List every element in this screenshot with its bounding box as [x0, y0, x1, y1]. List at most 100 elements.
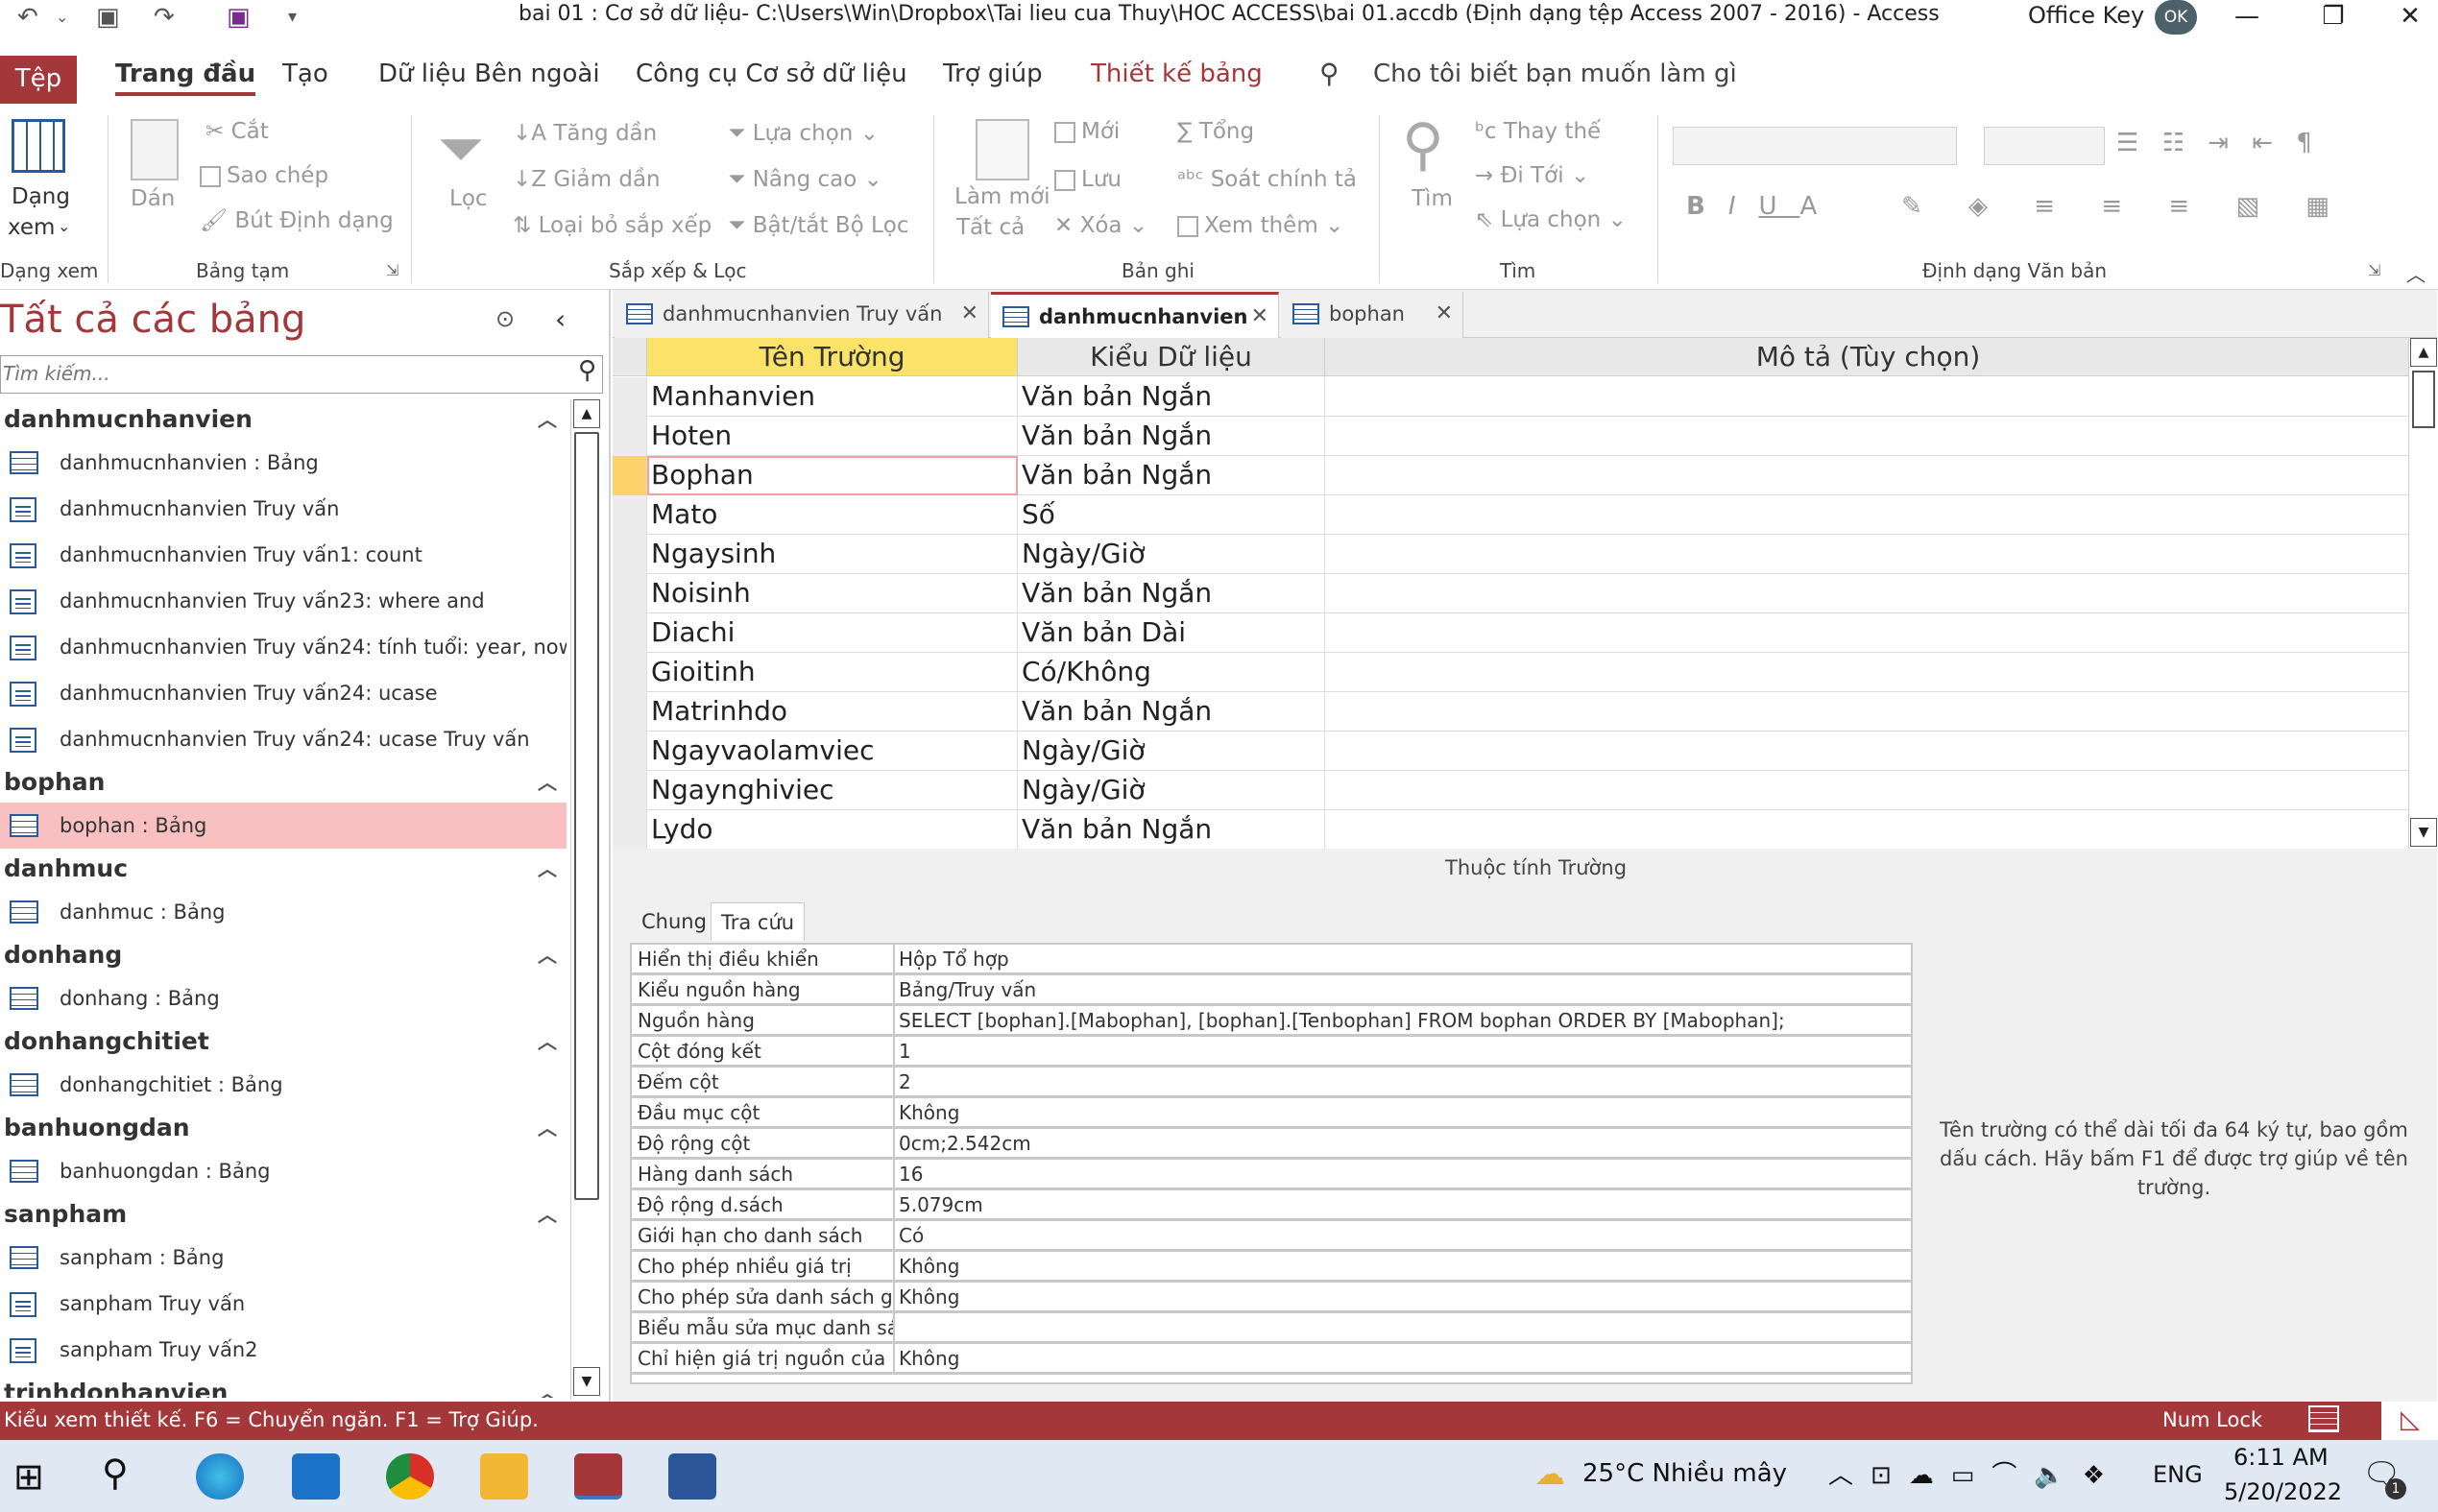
property-row[interactable]: Giới hạn cho danh sách Có [632, 1221, 1911, 1252]
nav-item[interactable]: danhmucnhanvien Truy vấn24: ucase [0, 670, 567, 716]
field-name-cell[interactable]: Ngayvaolamviec [647, 732, 1018, 771]
new-record-button[interactable]: Mới [1054, 119, 1120, 144]
weather-text[interactable]: 25°C Nhiều mây [1582, 1459, 1787, 1488]
nav-item[interactable]: donhangchitiet : Bảng [0, 1062, 567, 1108]
text-style-icons[interactable]: BIUA [1686, 192, 1840, 221]
chevron-up-icon[interactable]: ︿ [538, 762, 557, 803]
row-selector[interactable] [613, 456, 647, 495]
property-row[interactable]: Độ rộng cột 0cm;2.542cm [632, 1129, 1911, 1160]
field-row[interactable]: Mato Số [613, 495, 2412, 535]
property-row[interactable]: Độ rộng d.sách 5.079cm [632, 1190, 1911, 1221]
field-row[interactable]: Ngayvaolamviec Ngày/Giờ [613, 732, 2412, 771]
list-indent-icons[interactable]: ☰ ☷ ⇥ ⇤ ¶ [2116, 129, 2320, 157]
field-name-cell[interactable]: Noisinh [647, 574, 1018, 613]
nav-item[interactable]: danhmucnhanvien Truy vấn1: count [0, 532, 567, 578]
field-name-cell[interactable]: Hoten [647, 417, 1018, 456]
chevron-up-icon[interactable]: ︿ [538, 1108, 557, 1148]
property-value[interactable]: Hộp Tổ hợp [893, 945, 1907, 972]
row-selector[interactable] [613, 771, 647, 810]
property-value[interactable]: Không [893, 1283, 1907, 1310]
file-explorer-icon[interactable] [480, 1453, 528, 1500]
field-row[interactable]: Ngaysinh Ngày/Giờ [613, 535, 2412, 574]
property-value[interactable]: 1 [893, 1037, 1907, 1065]
property-row[interactable]: Cho phép nhiều giá trị Không [632, 1252, 1911, 1283]
nav-scrollbar[interactable]: ▲ ▼ [570, 399, 603, 1400]
data-type-cell[interactable]: Ngày/Giờ [1018, 771, 1325, 810]
chevron-up-icon[interactable]: ︿ [538, 1194, 557, 1235]
edge-icon[interactable] [196, 1453, 244, 1500]
customize-qat-icon[interactable]: ▾ [288, 0, 297, 35]
view-icon[interactable] [12, 119, 65, 173]
nav-collapse-icon[interactable]: ‹ [555, 303, 566, 335]
field-name-cell[interactable]: Ngaysinh [647, 535, 1018, 574]
field-name-cell[interactable]: Mato [647, 495, 1018, 535]
color-align-icons[interactable]: ✎ ◈ ≡ ≡ ≡ ▧ ▦ [1901, 192, 2349, 221]
refresh-all-label2[interactable]: Tất cả [956, 215, 1025, 240]
description-cell[interactable] [1325, 574, 2412, 613]
nav-group-header[interactable]: banhuongdan ︿ [0, 1108, 567, 1148]
field-row[interactable]: Hoten Văn bản Ngắn [613, 417, 2412, 456]
datasheet-view-icon[interactable] [2308, 1405, 2339, 1432]
description-cell[interactable] [1325, 692, 2412, 732]
view-button-label1[interactable]: Dạng [12, 184, 70, 209]
sort-descending-button[interactable]: ↓Z Giảm dần [513, 167, 661, 192]
nav-group-header[interactable]: sanpham ︿ [0, 1194, 567, 1235]
chrome-icon[interactable] [386, 1453, 434, 1500]
nav-item[interactable]: sanpham Truy vấn [0, 1281, 567, 1327]
header-data-type[interactable]: Kiểu Dữ liệu [1018, 338, 1325, 376]
data-type-cell[interactable]: Văn bản Ngắn [1018, 810, 1325, 850]
property-value[interactable]: SELECT [bophan].[Mabophan], [bophan].[Te… [893, 1006, 1907, 1034]
field-row[interactable]: Diachi Văn bản Dài [613, 613, 2412, 653]
property-value[interactable]: Không [893, 1252, 1907, 1280]
nav-search-input[interactable] [1, 356, 558, 391]
lightbulb-search-icon[interactable]: ⚲ [1319, 58, 1340, 89]
field-name-cell[interactable]: Lydo [647, 810, 1018, 850]
field-row[interactable]: Noisinh Văn bản Ngắn [613, 574, 2412, 613]
sort-ascending-button[interactable]: ↓A Tăng dần [513, 121, 657, 146]
save-as-icon[interactable]: ▣ [96, 0, 120, 35]
format-painter-button[interactable]: 🖌 Bút Định dạng [200, 207, 394, 233]
field-name-cell[interactable]: Manhanvien [647, 377, 1018, 417]
row-selector[interactable] [613, 417, 647, 456]
property-value[interactable]: Có [893, 1221, 1907, 1249]
property-row[interactable]: Hàng danh sách 16 [632, 1160, 1911, 1190]
nav-pane-title[interactable]: Tất cả các bảng [0, 298, 305, 342]
property-row[interactable]: Kiểu nguồn hàng Bảng/Truy vấn [632, 975, 1911, 1006]
redo-icon[interactable]: ↷ [154, 0, 175, 35]
chevron-up-icon[interactable]: ︿ [538, 935, 557, 975]
data-type-cell[interactable]: Ngày/Giờ [1018, 535, 1325, 574]
restore-icon[interactable]: ❐ [2295, 0, 2372, 35]
property-row[interactable]: Nguồn hàng SELECT [bophan].[Mabophan], [b… [632, 1006, 1911, 1037]
toggle-filter-button[interactable]: ⏷ Bật/tắt Bộ Lọc [728, 213, 909, 238]
row-selector[interactable] [613, 810, 647, 850]
menu-file[interactable]: Tệp [0, 56, 77, 104]
undo-icon[interactable]: ↶ [17, 0, 38, 35]
nav-scroll-thumb[interactable] [574, 432, 599, 1200]
data-type-cell[interactable]: Văn bản Dài [1018, 613, 1325, 653]
data-type-cell[interactable]: Văn bản Ngắn [1018, 456, 1325, 495]
property-value[interactable]: Không [893, 1344, 1907, 1372]
row-selector[interactable] [613, 535, 647, 574]
description-cell[interactable] [1325, 771, 2412, 810]
description-cell[interactable] [1325, 417, 2412, 456]
save-record-button[interactable]: Lưu [1054, 167, 1122, 192]
chevron-up-icon[interactable]: ︿ [538, 849, 557, 889]
language-indicator[interactable]: ENG [2153, 1461, 2203, 1488]
nav-scroll-down-icon[interactable]: ▼ [573, 1367, 600, 1396]
property-row[interactable]: Cho phép sửa danh sách giá Không [632, 1283, 1911, 1313]
description-cell[interactable] [1325, 810, 2412, 850]
property-row[interactable]: Cột đóng kết 1 [632, 1037, 1911, 1068]
description-cell[interactable] [1325, 456, 2412, 495]
collapse-ribbon-icon[interactable]: ︿ [2406, 259, 2426, 287]
more-button[interactable]: Xem thêm ⌄ [1177, 213, 1343, 238]
row-selector[interactable] [613, 692, 647, 732]
tab-lookup[interactable]: Tra cứu [711, 902, 806, 941]
grid-scroll-up-icon[interactable]: ▲ [2410, 338, 2437, 367]
nav-item[interactable]: danhmucnhanvien Truy vấn24: tính tuổi: y… [0, 624, 567, 670]
clock-time[interactable]: 6:11 AM [2233, 1444, 2329, 1471]
close-tab-icon[interactable]: ✕ [961, 292, 978, 336]
doc-tab-danhmucnhanvien[interactable]: danhmucnhanvien ✕ [991, 292, 1279, 338]
data-type-cell[interactable]: Văn bản Ngắn [1018, 417, 1325, 456]
filter-label[interactable]: Lọc [449, 186, 488, 211]
tab-database-tools[interactable]: Công cụ Cơ sở dữ liệu [636, 60, 907, 88]
